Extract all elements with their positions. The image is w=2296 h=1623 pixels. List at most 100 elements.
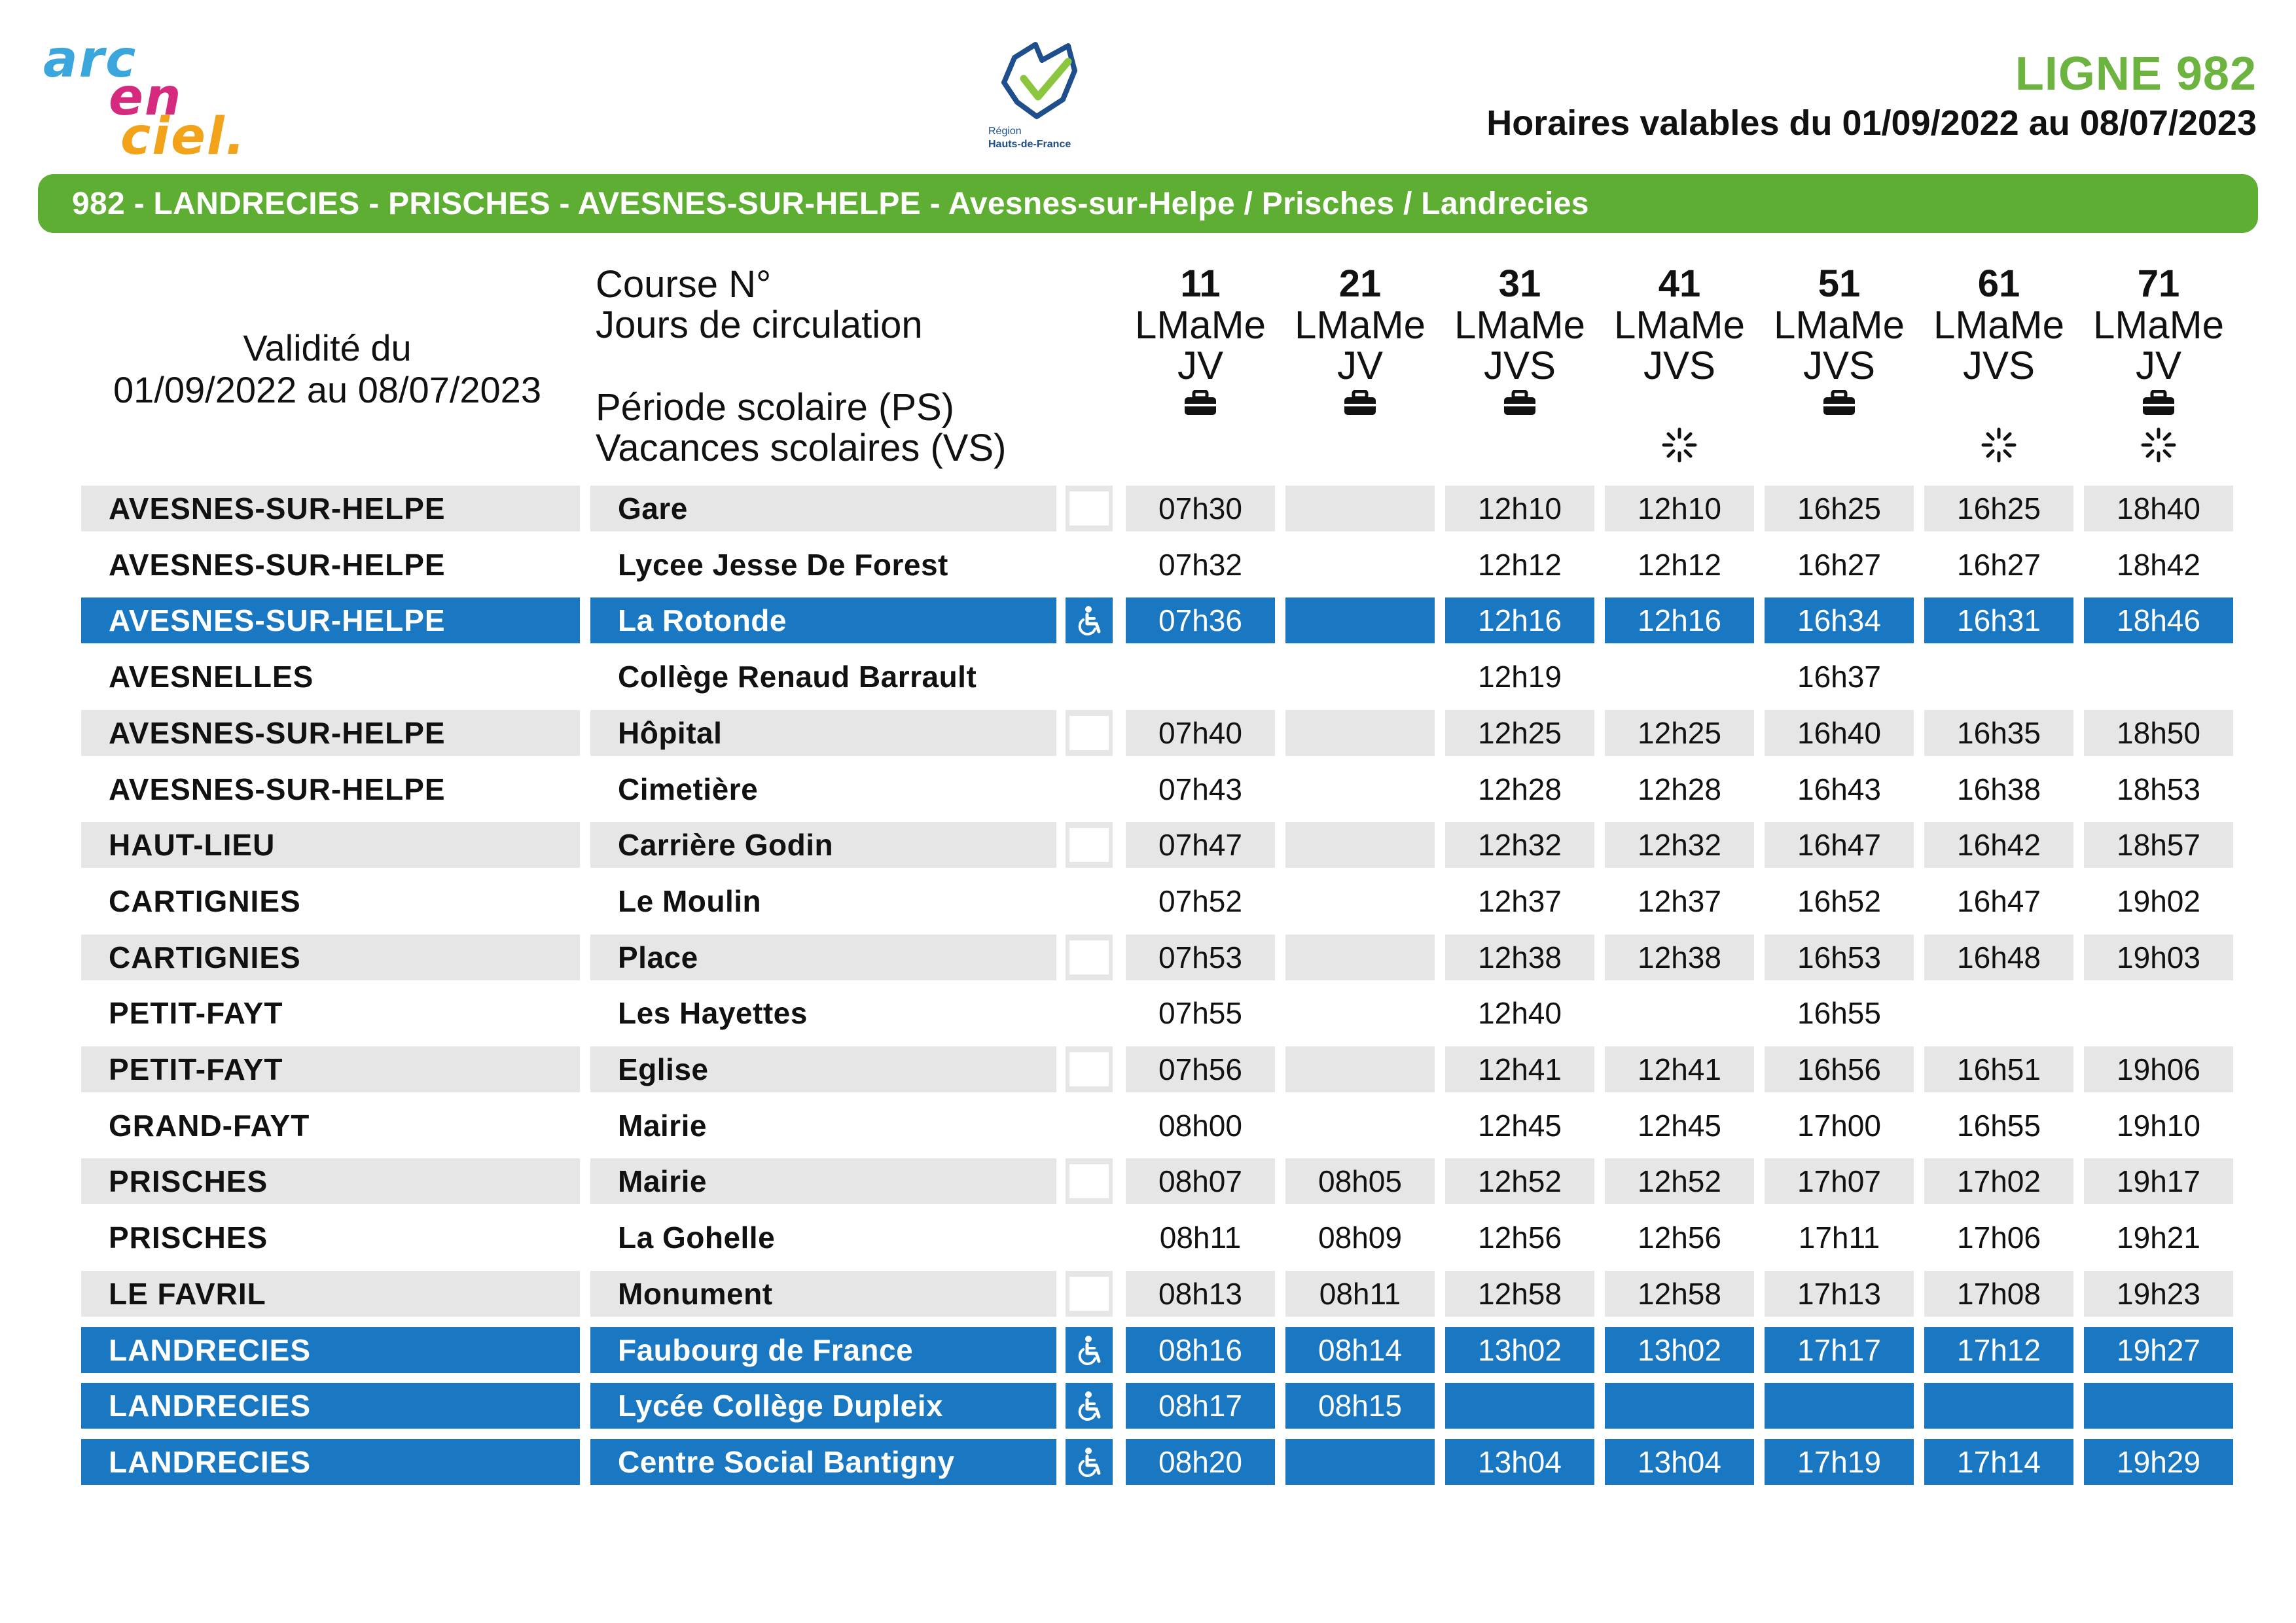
wheelchair-icon: [1078, 1448, 1101, 1477]
course-number: 51: [1818, 262, 1861, 305]
course-days-2: JVS: [1962, 344, 2036, 387]
stop-city: AVESNES-SUR-HELPE: [109, 548, 446, 582]
wheelchair-icon: [1078, 1336, 1101, 1365]
course-days-2: JV: [1177, 344, 1224, 387]
course-number: 21: [1338, 262, 1382, 305]
stop-city: PRISCHES: [81, 1158, 580, 1204]
stop-city: CARTIGNIES: [109, 884, 301, 918]
validity-heading: Horaires valables du 01/09/2022 au 08/07…: [1486, 103, 2257, 143]
course-school-holidays: [1765, 427, 1914, 466]
departure-time: 08h14: [1285, 1327, 1435, 1373]
region-caption-1: Région: [988, 126, 1022, 137]
stop-city: PETIT-FAYT: [109, 996, 283, 1030]
departure-time: 08h00: [1158, 1109, 1242, 1143]
stop-city: LANDRECIES: [81, 1327, 580, 1373]
course-days-2: JVS: [1643, 344, 1716, 387]
departure-time: 16h27: [1957, 548, 2041, 582]
departure-time: 16h52: [1797, 884, 1881, 918]
school-period-label: Période scolaire (PS): [596, 386, 954, 429]
departure-time: 12h37: [1478, 884, 1562, 918]
school-bag-icon: [1504, 389, 1535, 415]
departure-time: 08h15: [1285, 1383, 1435, 1429]
departure-time: 08h11: [1159, 1221, 1242, 1255]
departure-time: 18h42: [2117, 548, 2200, 582]
table-row: LANDRECIES Centre Social Bantigny 08h20 13h…: [0, 1439, 2296, 1485]
course-number: 41: [1658, 262, 1701, 305]
table-row: PRISCHES Mairie 08h07 08h05 12h52 12h52 17h07 1…: [0, 1158, 2296, 1204]
departure-time: 12h25: [1445, 710, 1594, 756]
departure-time: 16h48: [1924, 935, 2073, 980]
departure-time: 12h28: [1638, 772, 1721, 806]
departure-time: 12h40: [1478, 996, 1562, 1030]
table-row: AVESNES-SUR-HELPE Hôpital 07h40 12h25 12h25 1…: [0, 710, 2296, 756]
empty-accessibility-box: [1069, 940, 1109, 974]
departure-time: 12h52: [1445, 1158, 1594, 1204]
departure-time: 07h43: [1158, 772, 1242, 806]
course-days-2: JVS: [1483, 344, 1556, 387]
line-title: LIGNE 982: [2015, 48, 2257, 100]
departure-time: 12h12: [1638, 548, 1721, 582]
stop-name: Gare: [590, 486, 1056, 531]
departure-time: [1285, 486, 1435, 531]
course-days-2: JVS: [1803, 344, 1876, 387]
departure-time: 07h40: [1126, 710, 1275, 756]
stop-name: Carrière Godin: [590, 822, 1056, 868]
departure-time: 16h37: [1797, 660, 1881, 694]
accessibility-cell: [1066, 1439, 1113, 1485]
departure-time: 12h56: [1638, 1221, 1721, 1255]
table-row: AVESNES-SUR-HELPE Gare 07h30 12h10 12h10 16h2…: [0, 486, 2296, 531]
departure-time: 08h20: [1126, 1439, 1275, 1485]
departure-time: 16h51: [1924, 1046, 2073, 1092]
departure-time: 08h05: [1285, 1158, 1435, 1204]
region-caption-2: Hauts-de-France: [988, 139, 1071, 150]
departure-time: [1924, 1383, 2073, 1429]
departure-time: 17h08: [1924, 1271, 2073, 1317]
table-row: LANDRECIES Faubourg de France 08h16 08h14 13…: [0, 1327, 2296, 1373]
course-number: 11: [1180, 262, 1221, 305]
table-row: PETIT-FAYT Les Hayettes 07h55 12h40 16h55: [0, 990, 2296, 1036]
departure-time: 12h58: [1605, 1271, 1754, 1317]
table-row: HAUT-LIEU Carrière Godin 07h47 12h32 12h32 16…: [0, 822, 2296, 868]
course-column-31: 31 LMaMe JVS: [1445, 264, 1594, 466]
departure-time: 12h38: [1605, 935, 1754, 980]
table-row: CARTIGNIES Le Moulin 07h52 12h37 12h37 16h52 1…: [0, 878, 2296, 924]
table-row: CARTIGNIES Place 07h53 12h38 12h38 16h53 16h48…: [0, 935, 2296, 980]
stop-city: HAUT-LIEU: [81, 822, 580, 868]
empty-accessibility-box: [1069, 1164, 1109, 1198]
course-column-21: 21 LMaMe JV: [1285, 264, 1435, 466]
stop-name: Collège Renaud Barrault: [618, 660, 977, 694]
departure-time: 16h47: [1957, 884, 2041, 918]
accessibility-cell: [1066, 597, 1113, 643]
departure-time: [1605, 1383, 1754, 1429]
accessibility-cell: [1066, 1046, 1113, 1092]
departure-time: [1285, 1439, 1435, 1485]
wheelchair-icon: [1078, 606, 1101, 635]
departure-time: 12h28: [1478, 772, 1562, 806]
departure-time: 17h07: [1765, 1158, 1914, 1204]
departure-time: 17h02: [1924, 1158, 2073, 1204]
course-days: LMaMe: [1613, 303, 1746, 347]
departure-time: 16h56: [1765, 1046, 1914, 1092]
region-heart-icon: [1001, 42, 1077, 119]
departure-time: 16h42: [1924, 822, 2073, 868]
stop-city: LE FAVRIL: [81, 1271, 580, 1317]
departure-time: 16h31: [1924, 597, 2073, 643]
table-row: GRAND-FAYT Mairie 08h00 12h45 12h45 17h00 16h5…: [0, 1103, 2296, 1149]
departure-time: 19h10: [2117, 1109, 2200, 1143]
stop-name: Lycee Jesse De Forest: [618, 548, 948, 582]
departure-time: 12h32: [1605, 822, 1754, 868]
departure-time: 17h13: [1765, 1271, 1914, 1317]
course-school-period: [2084, 389, 2233, 423]
departure-time: 17h17: [1765, 1327, 1914, 1373]
empty-accessibility-box: [1069, 828, 1109, 862]
stop-city: PETIT-FAYT: [81, 1046, 580, 1092]
stop-name: Mairie: [590, 1158, 1056, 1204]
departure-time: 19h21: [2117, 1221, 2200, 1255]
table-row: PRISCHES La Gohelle 08h11 08h09 12h56 12h56 17…: [0, 1215, 2296, 1260]
departure-time: 17h14: [1924, 1439, 2073, 1485]
departure-time: 12h10: [1445, 486, 1594, 531]
accessibility-cell: [1066, 822, 1113, 868]
accessibility-cell: [1066, 1271, 1113, 1317]
route-title: 982 - LANDRECIES - PRISCHES - AVESNES-SU…: [72, 186, 1589, 221]
course-school-holidays: [1445, 427, 1594, 466]
